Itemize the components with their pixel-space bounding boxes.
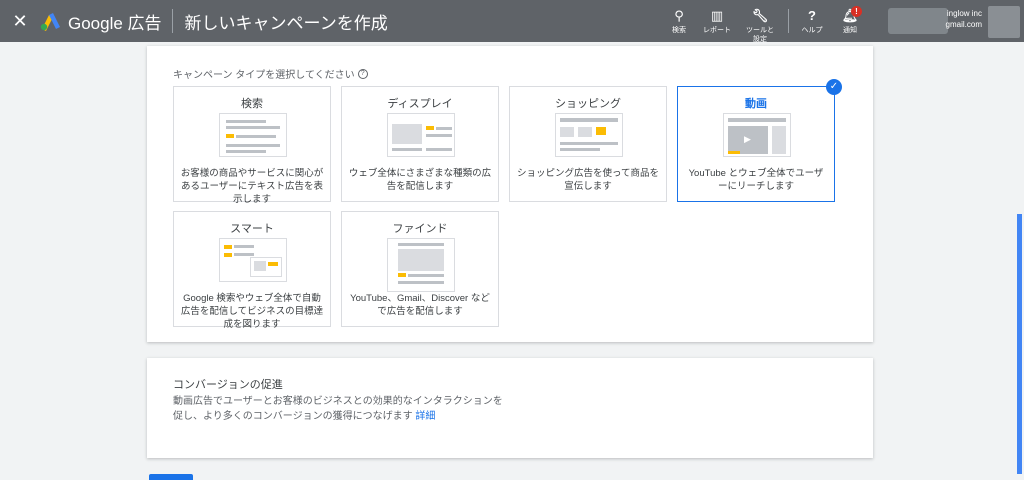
discovery-illustration — [387, 238, 455, 292]
scrollbar-thumb[interactable] — [1017, 214, 1022, 474]
account-switcher[interactable]: inglow inc gmail.com — [888, 6, 1022, 38]
continue-button[interactable] — [149, 474, 193, 480]
help-button[interactable]: ? ヘルプ — [793, 0, 831, 42]
tile-description: YouTube、Gmail、Discover などで広告を配信します — [350, 293, 490, 317]
tile-title: ファインド — [392, 223, 448, 235]
close-icon[interactable]: ✕ — [0, 0, 40, 42]
reports-button[interactable]: ▥ レポート — [698, 0, 736, 42]
prompt-text: キャンペーン タイプを選択してください — [173, 70, 355, 81]
goal-card: コンバージョンの促進 動画広告でユーザーとお客様のビジネスとの効果的なインタラク… — [147, 358, 873, 458]
tools-label: ツールと設定 — [746, 27, 774, 43]
notification-badge: ! — [851, 6, 862, 17]
reports-label: レポート — [703, 27, 731, 34]
tile-title: スマート — [230, 223, 274, 235]
tile-display[interactable]: ディスプレイ ウェブ全体にさまざまな種類の広告を配信します — [341, 86, 499, 202]
tile-discovery[interactable]: ファインド YouTube、Gmail、Discover などで広告を配信します — [341, 211, 499, 327]
search-icon: ⚲ — [674, 8, 684, 23]
search-illustration — [219, 113, 287, 157]
smart-illustration — [219, 238, 287, 282]
google-ads-logo — [40, 11, 62, 31]
checkmark-icon: ✓ — [826, 79, 842, 95]
notifications-label: 通知 — [843, 27, 857, 34]
display-illustration — [387, 113, 455, 157]
wrench-icon: 🔧︎ — [751, 8, 769, 23]
tile-description: Google 検索やウェブ全体で自動広告を配信してビジネスの目標達成を図ります — [180, 293, 324, 330]
campaign-type-prompt: キャンペーン タイプを選択してください ? — [173, 66, 368, 81]
header-divider — [171, 9, 173, 33]
tools-button[interactable]: 🔧︎ ツールと設定 — [736, 0, 784, 44]
tile-search[interactable]: 検索 お客様の商品やサービスに関心があるユーザーにテキスト広告を表示します — [173, 86, 331, 205]
goal-body-text: 動画広告でユーザーとお客様のビジネスとの効果的なインタラクションを促し、より多く… — [173, 396, 503, 422]
help-label: ヘルプ — [801, 27, 823, 34]
play-icon: ▶ — [744, 134, 751, 144]
tile-title: 検索 — [241, 98, 263, 110]
toolbar: ⚲ 検索 ▥ レポート 🔧︎ ツールと設定 ? ヘルプ 🔔︎ ! 通知 — [660, 0, 869, 44]
goal-title: コンバージョンの促進 — [173, 379, 283, 391]
help-circle-icon[interactable]: ? — [357, 68, 368, 79]
tile-description: ウェブ全体にさまざまな種類の広告を配信します — [348, 168, 492, 192]
account-email: gmail.com — [945, 20, 982, 29]
campaign-type-card: キャンペーン タイプを選択してください ? 検索 お客様の商品やサービスに関心が… — [147, 46, 873, 342]
account-name: inglow inc — [946, 9, 982, 18]
tile-title: 動画 — [745, 98, 767, 110]
search-button[interactable]: ⚲ 検索 — [660, 0, 698, 42]
notifications-button[interactable]: 🔔︎ ! 通知 — [831, 0, 869, 42]
redacted-account-area — [888, 8, 948, 34]
avatar[interactable] — [988, 6, 1020, 38]
page-title: 新しいキャンペーンを作成 — [184, 13, 388, 33]
tile-title: ショッピング — [555, 98, 621, 110]
toolbar-divider — [788, 9, 789, 33]
search-label: 検索 — [672, 27, 686, 34]
tile-title: ディスプレイ — [387, 98, 453, 110]
tile-smart[interactable]: スマート Google 検索やウェブ全体で自動広告を配信してビジネスの目標達成を… — [173, 211, 331, 330]
tile-description: お客様の商品やサービスに関心があるユーザーにテキスト広告を表示します — [180, 168, 324, 205]
tile-shopping[interactable]: ショッピング ショッピング広告を使って商品を宣伝します — [509, 86, 667, 202]
help-icon: ? — [808, 8, 816, 23]
tile-description: ショッピング広告を使って商品を宣伝します — [516, 168, 660, 192]
video-illustration: ▶ — [723, 113, 791, 157]
top-app-bar: ✕ Google 広告 新しいキャンペーンを作成 ⚲ 検索 ▥ レポート 🔧︎ … — [0, 0, 1024, 44]
tile-description: YouTube とウェブ全体でユーザーにリーチします — [688, 168, 824, 192]
tile-video[interactable]: ✓ 動画 ▶ YouTube とウェブ全体でユーザーにリーチします — [677, 79, 842, 202]
goal-description: 動画広告でユーザーとお客様のビジネスとの効果的なインタラクションを促し、より多く… — [173, 394, 503, 424]
shopping-illustration — [555, 113, 623, 157]
learn-more-link[interactable]: 詳細 — [415, 411, 435, 422]
reports-icon: ▥ — [710, 8, 724, 23]
brand-name: Google 広告 — [68, 13, 162, 33]
